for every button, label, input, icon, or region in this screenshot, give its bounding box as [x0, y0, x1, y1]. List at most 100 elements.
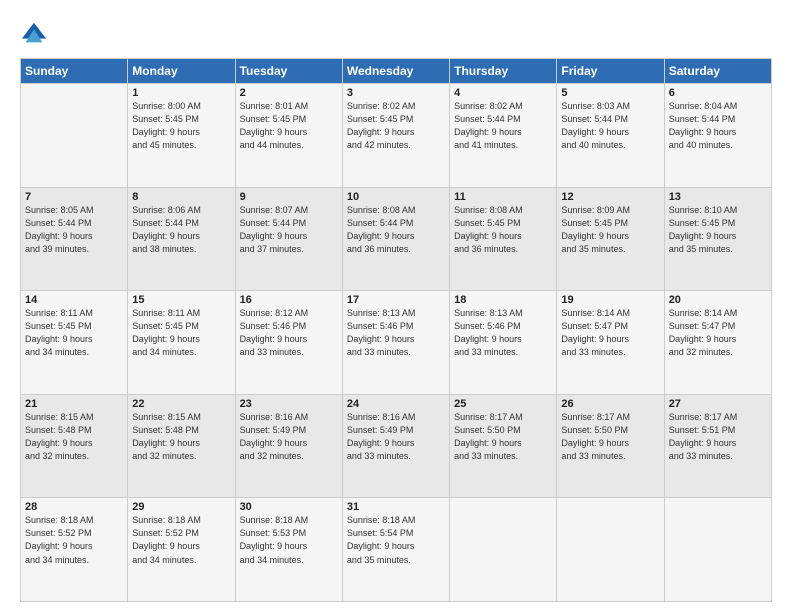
day-info: Sunrise: 8:12 AMSunset: 5:46 PMDaylight:… — [240, 307, 338, 359]
day-info: Sunrise: 8:18 AMSunset: 5:54 PMDaylight:… — [347, 514, 445, 566]
day-number: 13 — [669, 191, 767, 203]
header-day-saturday: Saturday — [664, 59, 771, 84]
calendar-cell: 29Sunrise: 8:18 AMSunset: 5:52 PMDayligh… — [128, 498, 235, 602]
day-info: Sunrise: 8:07 AMSunset: 5:44 PMDaylight:… — [240, 204, 338, 256]
calendar-cell: 1Sunrise: 8:00 AMSunset: 5:45 PMDaylight… — [128, 84, 235, 188]
day-info: Sunrise: 8:02 AMSunset: 5:44 PMDaylight:… — [454, 100, 552, 152]
calendar-cell: 5Sunrise: 8:03 AMSunset: 5:44 PMDaylight… — [557, 84, 664, 188]
day-info: Sunrise: 8:17 AMSunset: 5:50 PMDaylight:… — [561, 411, 659, 463]
day-info: Sunrise: 8:08 AMSunset: 5:45 PMDaylight:… — [454, 204, 552, 256]
day-number: 25 — [454, 398, 552, 410]
calendar-cell: 7Sunrise: 8:05 AMSunset: 5:44 PMDaylight… — [21, 187, 128, 291]
calendar-cell: 11Sunrise: 8:08 AMSunset: 5:45 PMDayligh… — [450, 187, 557, 291]
calendar-week-0: 1Sunrise: 8:00 AMSunset: 5:45 PMDaylight… — [21, 84, 772, 188]
day-info: Sunrise: 8:08 AMSunset: 5:44 PMDaylight:… — [347, 204, 445, 256]
calendar-cell: 16Sunrise: 8:12 AMSunset: 5:46 PMDayligh… — [235, 291, 342, 395]
day-number: 19 — [561, 294, 659, 306]
page: SundayMondayTuesdayWednesdayThursdayFrid… — [0, 0, 792, 612]
header-day-monday: Monday — [128, 59, 235, 84]
day-number: 18 — [454, 294, 552, 306]
day-number: 23 — [240, 398, 338, 410]
calendar-cell: 25Sunrise: 8:17 AMSunset: 5:50 PMDayligh… — [450, 394, 557, 498]
day-info: Sunrise: 8:16 AMSunset: 5:49 PMDaylight:… — [240, 411, 338, 463]
day-number: 28 — [25, 501, 123, 513]
header-day-tuesday: Tuesday — [235, 59, 342, 84]
day-number: 27 — [669, 398, 767, 410]
calendar-cell: 20Sunrise: 8:14 AMSunset: 5:47 PMDayligh… — [664, 291, 771, 395]
calendar-cell: 31Sunrise: 8:18 AMSunset: 5:54 PMDayligh… — [342, 498, 449, 602]
day-number: 31 — [347, 501, 445, 513]
day-info: Sunrise: 8:11 AMSunset: 5:45 PMDaylight:… — [25, 307, 123, 359]
calendar-cell: 18Sunrise: 8:13 AMSunset: 5:46 PMDayligh… — [450, 291, 557, 395]
calendar-cell: 19Sunrise: 8:14 AMSunset: 5:47 PMDayligh… — [557, 291, 664, 395]
calendar-cell: 9Sunrise: 8:07 AMSunset: 5:44 PMDaylight… — [235, 187, 342, 291]
calendar-cell — [450, 498, 557, 602]
day-info: Sunrise: 8:11 AMSunset: 5:45 PMDaylight:… — [132, 307, 230, 359]
day-info: Sunrise: 8:05 AMSunset: 5:44 PMDaylight:… — [25, 204, 123, 256]
day-number: 4 — [454, 87, 552, 99]
day-number: 30 — [240, 501, 338, 513]
calendar-week-2: 14Sunrise: 8:11 AMSunset: 5:45 PMDayligh… — [21, 291, 772, 395]
calendar-week-4: 28 Sunrise: 8:18 AMSunset: 5:52 PMDayligh… — [21, 498, 772, 602]
day-info: Sunrise: 8:18 AMSunset: 5:53 PMDaylight:… — [240, 514, 338, 566]
calendar-week-1: 7Sunrise: 8:05 AMSunset: 5:44 PMDaylight… — [21, 187, 772, 291]
logo — [20, 22, 50, 48]
day-info: Sunrise: 8:17 AMSunset: 5:50 PMDaylight:… — [454, 411, 552, 463]
day-number: 8 — [132, 191, 230, 203]
day-info: Sunrise: 8:01 AMSunset: 5:45 PMDaylight:… — [240, 100, 338, 152]
calendar-cell: 10Sunrise: 8:08 AMSunset: 5:44 PMDayligh… — [342, 187, 449, 291]
header-day-thursday: Thursday — [450, 59, 557, 84]
header — [20, 18, 772, 48]
day-number: 5 — [561, 87, 659, 99]
calendar-cell: 23Sunrise: 8:16 AMSunset: 5:49 PMDayligh… — [235, 394, 342, 498]
day-info: Sunrise: 8:18 AMSunset: 5:52 PMDaylight:… — [132, 514, 230, 566]
calendar-header-row: SundayMondayTuesdayWednesdayThursdayFrid… — [21, 59, 772, 84]
header-day-wednesday: Wednesday — [342, 59, 449, 84]
day-number: 10 — [347, 191, 445, 203]
calendar-cell: 17Sunrise: 8:13 AMSunset: 5:46 PMDayligh… — [342, 291, 449, 395]
day-number: 22 — [132, 398, 230, 410]
calendar-cell: 24Sunrise: 8:16 AMSunset: 5:49 PMDayligh… — [342, 394, 449, 498]
day-number: 16 — [240, 294, 338, 306]
calendar-cell — [557, 498, 664, 602]
calendar-table: SundayMondayTuesdayWednesdayThursdayFrid… — [20, 58, 772, 602]
calendar-cell: 13Sunrise: 8:10 AMSunset: 5:45 PMDayligh… — [664, 187, 771, 291]
day-number: 12 — [561, 191, 659, 203]
day-number: 24 — [347, 398, 445, 410]
day-number: 11 — [454, 191, 552, 203]
calendar-cell: 6Sunrise: 8:04 AMSunset: 5:44 PMDaylight… — [664, 84, 771, 188]
day-number: 6 — [669, 87, 767, 99]
day-number: 2 — [240, 87, 338, 99]
day-info: Sunrise: 8:13 AMSunset: 5:46 PMDaylight:… — [454, 307, 552, 359]
day-info: Sunrise: 8:15 AMSunset: 5:48 PMDaylight:… — [25, 411, 123, 463]
day-info: Sunrise: 8:17 AMSunset: 5:51 PMDaylight:… — [669, 411, 767, 463]
calendar-cell: 2Sunrise: 8:01 AMSunset: 5:45 PMDaylight… — [235, 84, 342, 188]
day-number: 20 — [669, 294, 767, 306]
day-info: Sunrise: 8:03 AMSunset: 5:44 PMDaylight:… — [561, 100, 659, 152]
calendar-cell: 30Sunrise: 8:18 AMSunset: 5:53 PMDayligh… — [235, 498, 342, 602]
day-info: Sunrise: 8:00 AMSunset: 5:45 PMDaylight:… — [132, 100, 230, 152]
day-info: Sunrise: 8:15 AMSunset: 5:48 PMDaylight:… — [132, 411, 230, 463]
day-number: 17 — [347, 294, 445, 306]
calendar-cell: 4Sunrise: 8:02 AMSunset: 5:44 PMDaylight… — [450, 84, 557, 188]
day-number: 3 — [347, 87, 445, 99]
day-number: 26 — [561, 398, 659, 410]
day-number: 9 — [240, 191, 338, 203]
calendar-cell: 26Sunrise: 8:17 AMSunset: 5:50 PMDayligh… — [557, 394, 664, 498]
calendar-cell: 22Sunrise: 8:15 AMSunset: 5:48 PMDayligh… — [128, 394, 235, 498]
day-number: 15 — [132, 294, 230, 306]
logo-icon — [20, 20, 48, 48]
day-info: Sunrise: 8:04 AMSunset: 5:44 PMDaylight:… — [669, 100, 767, 152]
calendar-cell: 27Sunrise: 8:17 AMSunset: 5:51 PMDayligh… — [664, 394, 771, 498]
calendar-cell: 14Sunrise: 8:11 AMSunset: 5:45 PMDayligh… — [21, 291, 128, 395]
day-info: Sunrise: 8:13 AMSunset: 5:46 PMDaylight:… — [347, 307, 445, 359]
day-info: Sunrise: 8:02 AMSunset: 5:45 PMDaylight:… — [347, 100, 445, 152]
day-info: Sunrise: 8:14 AMSunset: 5:47 PMDaylight:… — [669, 307, 767, 359]
day-info: Sunrise: 8:09 AMSunset: 5:45 PMDaylight:… — [561, 204, 659, 256]
header-day-sunday: Sunday — [21, 59, 128, 84]
day-number: 21 — [25, 398, 123, 410]
day-number: 29 — [132, 501, 230, 513]
calendar-cell: 12Sunrise: 8:09 AMSunset: 5:45 PMDayligh… — [557, 187, 664, 291]
calendar-cell: 3Sunrise: 8:02 AMSunset: 5:45 PMDaylight… — [342, 84, 449, 188]
day-info: Sunrise: 8:16 AMSunset: 5:49 PMDaylight:… — [347, 411, 445, 463]
